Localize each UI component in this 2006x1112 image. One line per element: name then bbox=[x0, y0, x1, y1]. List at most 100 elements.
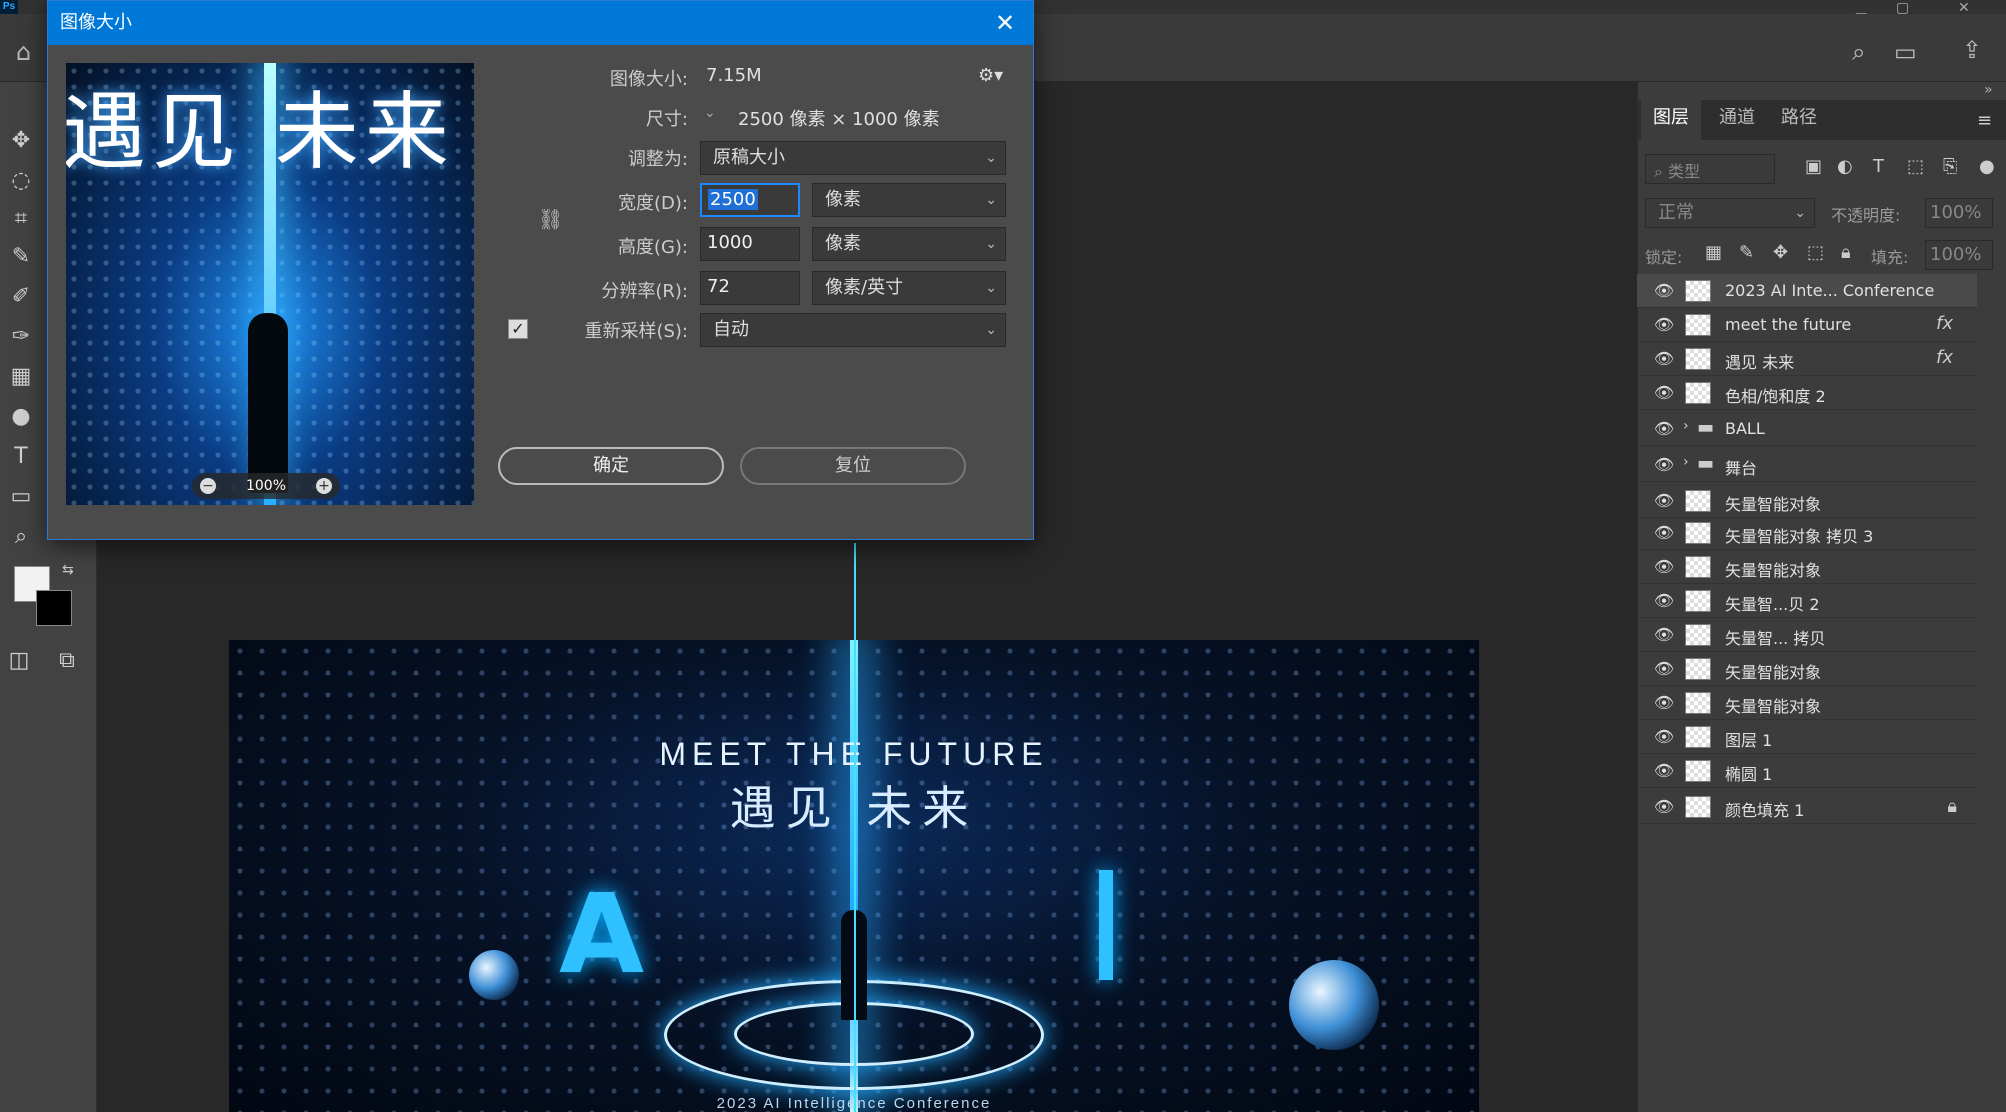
layer-row[interactable]: 👁︎ 矢量智能对象 bbox=[1637, 484, 1977, 518]
eye-icon[interactable]: 👁︎ bbox=[1653, 624, 1675, 646]
eye-icon[interactable]: 👁︎ bbox=[1653, 556, 1675, 578]
lock-row: 锁定: ▦ ✎ ✥ ⬚ 🔒︎ 填充: 100% bbox=[1645, 240, 1995, 270]
resolution-input[interactable]: 72 bbox=[700, 271, 800, 305]
group-expand-icon[interactable]: › bbox=[1683, 418, 1689, 434]
shape-tool-icon[interactable]: ▭ bbox=[2, 478, 40, 516]
width-input[interactable]: 2500 bbox=[700, 183, 800, 217]
share-icon[interactable]: ⇪ bbox=[1962, 36, 1982, 64]
filter-type-icon[interactable]: T bbox=[1873, 156, 1884, 177]
filter-shape-icon[interactable]: ⬚ bbox=[1907, 156, 1924, 177]
workspace-icon[interactable]: ▭ bbox=[1894, 38, 1917, 66]
layer-row[interactable]: 👁︎ 矢量智...贝 2 bbox=[1637, 584, 1977, 618]
lock-paint-icon[interactable]: ✎ bbox=[1739, 242, 1754, 263]
panel-menu-icon[interactable]: ≡ bbox=[1977, 110, 1992, 131]
eye-icon[interactable]: 👁︎ bbox=[1653, 348, 1675, 370]
layer-filter-select[interactable]: ⌕ 类型 bbox=[1645, 154, 1775, 184]
layer-name: meet the future bbox=[1725, 315, 1852, 334]
close-icon[interactable]: ✕ bbox=[991, 9, 1019, 37]
quick-mask-icon[interactable]: ◫ bbox=[0, 642, 38, 680]
image-preview[interactable]: 遇见 未来 − 100% + bbox=[66, 63, 474, 505]
center-guide[interactable] bbox=[854, 543, 856, 1112]
lock-transparent-icon[interactable]: ▦ bbox=[1705, 242, 1722, 263]
eye-icon[interactable]: 👁︎ bbox=[1653, 760, 1675, 782]
eyedropper-tool-icon[interactable]: ✎ bbox=[2, 238, 40, 276]
eye-icon[interactable]: 👁︎ bbox=[1653, 418, 1675, 440]
lock-all-icon[interactable]: 🔒︎ bbox=[1841, 242, 1851, 263]
dialog-title: 图像大小 bbox=[48, 1, 1033, 45]
crop-tool-icon[interactable]: ⌗ bbox=[2, 200, 40, 238]
filter-pixel-icon[interactable]: ▣ bbox=[1805, 156, 1822, 177]
layer-row[interactable]: 👁︎ 矢量智能对象 拷贝 3 bbox=[1637, 516, 1977, 550]
layer-row[interactable]: 👁︎ › ▬ BALL bbox=[1637, 412, 1977, 446]
filter-smart-icon[interactable]: ⎘ bbox=[1943, 156, 1957, 177]
eye-icon[interactable]: 👁︎ bbox=[1653, 490, 1675, 512]
fill-value: 100% bbox=[1930, 244, 1982, 265]
width-unit-select[interactable]: 像素 ⌄ bbox=[812, 183, 1006, 217]
filter-adjustment-icon[interactable]: ◐ bbox=[1837, 156, 1853, 177]
layer-row[interactable]: 👁︎ 图层 1 bbox=[1637, 720, 1977, 754]
layer-row[interactable]: 👁︎ 颜色填充 1 🔒︎ bbox=[1637, 790, 1977, 824]
home-icon[interactable]: ⌂ bbox=[16, 38, 31, 66]
type-tool-icon[interactable]: T bbox=[2, 438, 40, 476]
background-color[interactable] bbox=[36, 590, 72, 626]
dimensions-dropdown-icon[interactable]: ⌄ bbox=[704, 105, 716, 121]
eye-icon[interactable]: 👁︎ bbox=[1653, 454, 1675, 476]
lock-artboard-icon[interactable]: ⬚ bbox=[1807, 242, 1824, 263]
zoom-in-icon[interactable]: + bbox=[316, 478, 332, 494]
history-brush-icon[interactable]: ✑ bbox=[2, 318, 40, 356]
screen-mode-icon[interactable]: ⧉ bbox=[48, 642, 86, 680]
layer-row[interactable]: 👁︎ 椭圆 1 bbox=[1637, 754, 1977, 788]
layer-row[interactable]: 👁︎ › ▬ 舞台 bbox=[1637, 448, 1977, 482]
height-unit-value: 像素 bbox=[825, 233, 861, 254]
eye-icon[interactable]: 👁︎ bbox=[1653, 590, 1675, 612]
gradient-tool-icon[interactable]: ▦ bbox=[2, 358, 40, 396]
layer-name: 矢量智...贝 2 bbox=[1725, 595, 1820, 614]
opacity-input[interactable]: 100% bbox=[1925, 198, 1993, 228]
zoom-out-icon[interactable]: − bbox=[200, 478, 216, 494]
resolution-unit-select[interactable]: 像素/英寸 ⌄ bbox=[812, 271, 1006, 305]
fit-to-select[interactable]: 原稿大小 ⌄ bbox=[700, 141, 1006, 175]
eye-icon[interactable]: 👁︎ bbox=[1653, 280, 1675, 302]
swap-colors-icon[interactable]: ⇆ bbox=[62, 562, 74, 578]
image-size-value: 7.15M bbox=[706, 65, 762, 86]
eye-icon[interactable]: 👁︎ bbox=[1653, 726, 1675, 748]
fill-input[interactable]: 100% bbox=[1925, 240, 1993, 270]
layer-row[interactable]: 👁︎ meet the future fx bbox=[1637, 308, 1977, 342]
eye-icon[interactable]: 👁︎ bbox=[1653, 314, 1675, 336]
height-input[interactable]: 1000 bbox=[700, 227, 800, 261]
layer-row[interactable]: 👁︎ 矢量智能对象 bbox=[1637, 550, 1977, 584]
eye-icon[interactable]: 👁︎ bbox=[1653, 382, 1675, 404]
reset-button[interactable]: 复位 bbox=[740, 447, 966, 485]
ps-logo: Ps bbox=[0, 0, 18, 14]
tab-layers[interactable]: 图层 bbox=[1641, 100, 1701, 140]
search-icon[interactable]: ⌕ bbox=[1852, 38, 1865, 66]
settings-gear-icon[interactable]: ⚙▾ bbox=[978, 65, 1003, 86]
layer-row[interactable]: 👁︎ 色相/饱和度 2 bbox=[1637, 376, 1977, 410]
filter-toggle-icon[interactable]: ● bbox=[1979, 156, 1995, 177]
tab-paths[interactable]: 路径 bbox=[1769, 100, 1829, 140]
eye-icon[interactable]: 👁︎ bbox=[1653, 796, 1675, 818]
layer-row[interactable]: 👁︎ 矢量智能对象 bbox=[1637, 652, 1977, 686]
zoom-tool-icon[interactable]: ⌕ bbox=[2, 518, 40, 556]
brush-tool-icon[interactable]: ✐ bbox=[2, 278, 40, 316]
blend-mode-select[interactable]: 正常 ⌄ bbox=[1645, 198, 1815, 228]
move-tool-icon[interactable]: ✥ bbox=[2, 122, 40, 160]
eye-icon[interactable]: 👁︎ bbox=[1653, 658, 1675, 680]
dodge-tool-icon[interactable]: ● bbox=[2, 398, 40, 436]
layer-row[interactable]: 👁︎ 矢量智... 拷贝 bbox=[1637, 618, 1977, 652]
lasso-tool-icon[interactable]: ◌ bbox=[2, 162, 40, 200]
height-unit-select[interactable]: 像素 ⌄ bbox=[812, 227, 1006, 261]
resample-select[interactable]: 自动 ⌄ bbox=[700, 313, 1006, 347]
layer-row[interactable]: 👁︎ 矢量智能对象 bbox=[1637, 686, 1977, 720]
layer-row[interactable]: 👁︎ 2023 AI Inte... Conference bbox=[1637, 274, 1977, 308]
panel-collapse-icon[interactable]: » bbox=[1984, 82, 2004, 102]
tab-channels[interactable]: 通道 bbox=[1707, 100, 1767, 140]
fx-icon[interactable]: fx bbox=[1936, 347, 1953, 368]
ok-button[interactable]: 确定 bbox=[498, 447, 724, 485]
layer-row[interactable]: 👁︎ 遇见 未来 fx bbox=[1637, 342, 1977, 376]
fx-icon[interactable]: fx bbox=[1936, 313, 1953, 334]
group-expand-icon[interactable]: › bbox=[1683, 454, 1689, 470]
eye-icon[interactable]: 👁︎ bbox=[1653, 522, 1675, 544]
eye-icon[interactable]: 👁︎ bbox=[1653, 692, 1675, 714]
lock-position-icon[interactable]: ✥ bbox=[1773, 242, 1788, 263]
